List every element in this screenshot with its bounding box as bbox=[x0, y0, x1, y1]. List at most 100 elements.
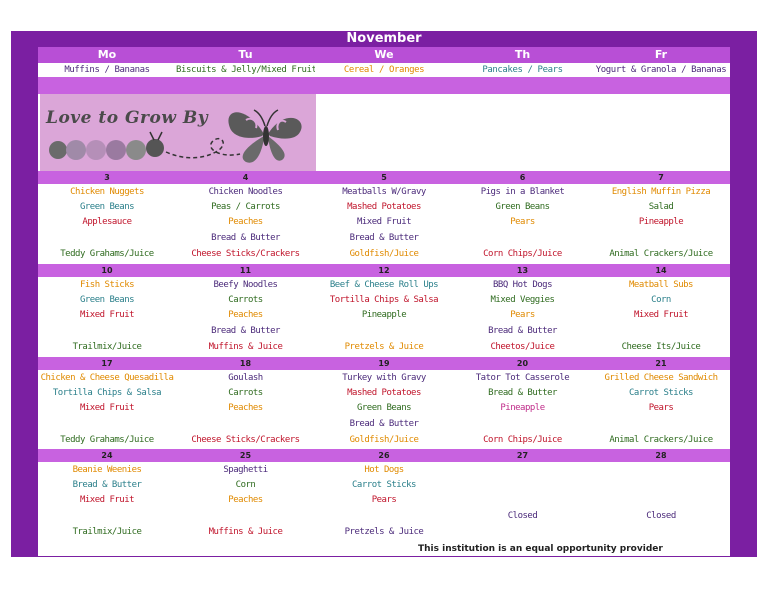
fruit: Mixed Fruit bbox=[79, 495, 135, 505]
vegetable: Mashed Potatoes bbox=[347, 202, 421, 212]
date-number: 12 bbox=[378, 266, 390, 275]
vegetable: Tortilla Chips & Salsa bbox=[329, 295, 439, 305]
date-number: 28 bbox=[655, 451, 667, 460]
date-number: 21 bbox=[655, 359, 667, 368]
snack: Cheese Its/Juice bbox=[621, 342, 701, 352]
date-number: 18 bbox=[239, 359, 252, 368]
fruit: Peaches bbox=[228, 217, 263, 227]
date-number: 25 bbox=[239, 451, 252, 460]
entree: Chicken Nuggets bbox=[70, 187, 144, 197]
logo: Love to Grow By bbox=[40, 94, 316, 171]
date-number: 3 bbox=[104, 173, 110, 182]
entree: Beef & Cheese Roll Ups bbox=[329, 280, 439, 290]
date-number: 20 bbox=[516, 359, 529, 368]
entree: Goulash bbox=[228, 373, 263, 383]
date-number: 26 bbox=[378, 451, 390, 460]
snack: Muffins & Juice bbox=[208, 527, 283, 537]
snack: Corn Chips/Juice bbox=[483, 249, 562, 259]
footer-note: This institution is an equal opportunity… bbox=[418, 544, 663, 554]
vegetable: Carrots bbox=[228, 295, 263, 305]
fruit: Pears bbox=[648, 403, 674, 413]
fruit: Applesauce bbox=[82, 217, 132, 227]
date-number: 19 bbox=[378, 359, 390, 368]
snack: Cheese Sticks/Crackers bbox=[191, 435, 300, 445]
snack: Cheetos/Juice bbox=[490, 342, 555, 352]
calendar-body: Mo Tu We Th Fr Muffins / Bananas Biscuit… bbox=[38, 47, 730, 556]
breakfast-tu: Biscuits & Jelly/Mixed Fruit bbox=[176, 65, 315, 75]
page-title: November bbox=[346, 31, 422, 46]
entree: Spaghetti bbox=[223, 465, 268, 475]
vegetable: Carrot Sticks bbox=[352, 480, 416, 490]
entree: BBQ Hot Dogs bbox=[492, 280, 553, 290]
breakfast-we: Cereal / Oranges bbox=[343, 65, 425, 75]
bread: Bread & Butter bbox=[488, 326, 557, 336]
bread: Bread & Butter bbox=[349, 233, 419, 243]
vegetable: Mashed Potatoes bbox=[347, 388, 421, 398]
fruit: Mixed Fruit bbox=[79, 403, 135, 413]
fruit: Pears bbox=[371, 495, 397, 505]
entree: Beanie Weenies bbox=[72, 465, 142, 475]
fruit: Peaches bbox=[228, 403, 263, 413]
date-number: 7 bbox=[658, 173, 664, 182]
date-number: 14 bbox=[655, 266, 667, 275]
entree: English Muffin Pizza bbox=[611, 187, 711, 197]
snack: Teddy Grahams/Juice bbox=[60, 435, 154, 445]
date-number: 5 bbox=[381, 173, 387, 182]
vegetable: Salad bbox=[648, 202, 674, 212]
fruit: Pineapple bbox=[361, 310, 407, 320]
fruit: Pears bbox=[510, 310, 535, 320]
date-number: 13 bbox=[516, 266, 529, 275]
vegetable: Corn bbox=[235, 480, 256, 490]
date-number: 11 bbox=[239, 266, 252, 275]
entree: Meatball Subs bbox=[629, 280, 693, 290]
vegetable: Corn bbox=[651, 295, 671, 305]
vegetable: Green Beans bbox=[79, 295, 135, 305]
bread: Bread & Butter bbox=[72, 480, 142, 490]
date-number: 6 bbox=[519, 173, 526, 182]
divider-band bbox=[38, 77, 730, 94]
snack: Corn Chips/Juice bbox=[483, 435, 562, 445]
fruit: Mixed Fruit bbox=[356, 217, 412, 227]
caterpillar-icon bbox=[49, 131, 241, 160]
entree: Hot Dogs bbox=[364, 465, 404, 475]
date-number: 24 bbox=[101, 451, 113, 460]
entree: Chicken Noodles bbox=[208, 187, 283, 197]
date-number: 4 bbox=[242, 173, 249, 182]
day-header-tu: Tu bbox=[176, 47, 315, 63]
snack: Trailmix/Juice bbox=[72, 342, 142, 352]
day-header-mo: Mo bbox=[38, 47, 176, 63]
snack: Cheese Sticks/Crackers bbox=[191, 249, 300, 259]
date-number: 10 bbox=[101, 266, 113, 275]
vegetable: Mixed Veggies bbox=[490, 295, 555, 305]
vegetable: Carrots bbox=[228, 388, 263, 398]
breakfast-fr: Yogurt & Granola / Bananas bbox=[595, 65, 727, 75]
date-number: 27 bbox=[516, 451, 529, 460]
vegetable: Tortilla Chips & Salsa bbox=[52, 388, 162, 398]
bread: Bread & Butter bbox=[211, 233, 280, 243]
closed-label: Closed bbox=[507, 511, 538, 521]
snack: Animal Crackers/Juice bbox=[609, 435, 713, 445]
vegetable: Green Beans bbox=[495, 202, 550, 212]
snack: Goldfish/Juice bbox=[349, 435, 419, 445]
entree: Tator Tot Casserole bbox=[475, 373, 570, 383]
closed-label: Closed bbox=[646, 511, 676, 521]
fruit: Peaches bbox=[228, 310, 263, 320]
entree: Turkey with Gravy bbox=[342, 373, 426, 383]
fruit: Pears bbox=[510, 217, 535, 227]
day-header-we: We bbox=[315, 47, 453, 63]
snack: Teddy Grahams/Juice bbox=[60, 249, 154, 259]
fruit: Mixed Fruit bbox=[633, 310, 689, 320]
bread: Bread & Butter bbox=[488, 388, 557, 398]
fruit: Pineapple bbox=[500, 403, 545, 413]
snack: Pretzels & Juice bbox=[344, 342, 424, 352]
breakfast-mo: Muffins / Bananas bbox=[64, 65, 150, 75]
snack: Goldfish/Juice bbox=[349, 249, 419, 259]
snack: Animal Crackers/Juice bbox=[609, 249, 713, 259]
vegetable: Carrot Sticks bbox=[629, 388, 693, 398]
snack: Muffins & Juice bbox=[208, 342, 283, 352]
entree: Meatballs W/Gravy bbox=[342, 187, 426, 197]
entree: Fish Sticks bbox=[79, 280, 135, 290]
day-header-th: Th bbox=[453, 47, 592, 63]
day-header-fr: Fr bbox=[592, 47, 730, 63]
entree: Chicken & Cheese Quesadilla bbox=[40, 373, 174, 383]
